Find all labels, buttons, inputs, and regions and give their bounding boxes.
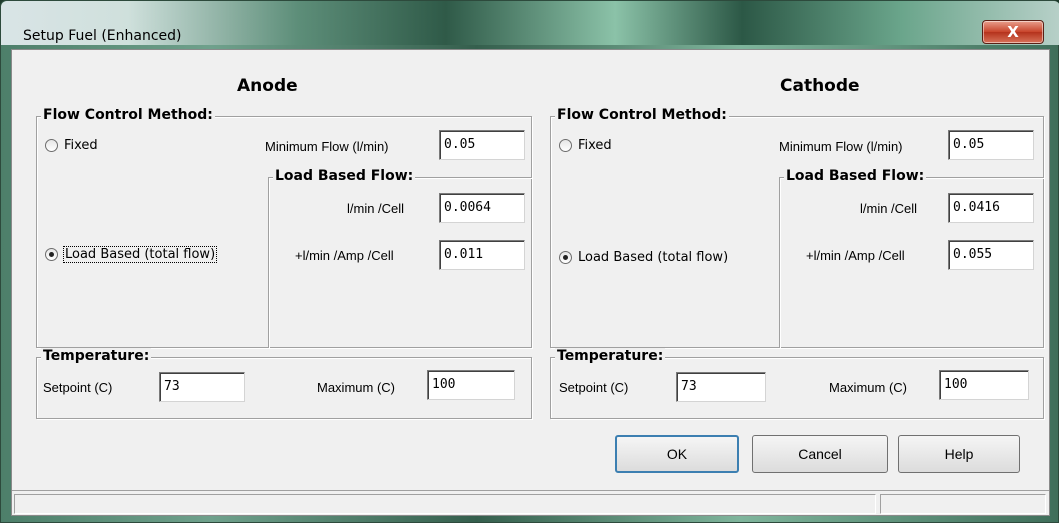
anode-title: Anode — [237, 76, 298, 96]
status-pane-secondary — [880, 494, 1046, 514]
anode-fixed-radio[interactable]: Fixed — [45, 138, 98, 153]
cathode-max-label: Maximum (C) — [829, 380, 907, 395]
anode-flow-group-label: Flow Control Method: — [41, 107, 215, 123]
cathode-max-input[interactable]: 100 — [939, 370, 1029, 400]
anode-temp-group: Temperature: Setpoint (C) 73 Maximum (C)… — [36, 348, 532, 419]
anode-per-cell-input[interactable]: 0.0064 — [439, 193, 525, 223]
title-bar[interactable]: Setup Fuel (Enhanced) X — [1, 1, 1059, 45]
anode-min-flow-input[interactable]: 0.05 — [439, 130, 525, 160]
ok-button[interactable]: OK — [615, 435, 739, 473]
status-bar — [12, 490, 1049, 515]
anode-min-flow-label: Minimum Flow (l/min) — [265, 139, 389, 154]
help-button[interactable]: Help — [898, 435, 1020, 473]
anode-per-amp-input[interactable]: 0.011 — [439, 240, 525, 270]
anode-per-amp-label: +l/min /Amp /Cell — [295, 248, 394, 263]
cathode-temp-group-label: Temperature: — [555, 348, 666, 364]
cathode-temp-group: Temperature: Setpoint (C) 73 Maximum (C)… — [550, 348, 1044, 419]
cathode-flow-group-label: Flow Control Method: — [555, 107, 729, 123]
status-pane-main — [14, 494, 876, 514]
anode-flow-group: Flow Control Method: Fixed Load Based (t… — [36, 107, 532, 348]
cathode-flow-group: Flow Control Method: Fixed Load Based (t… — [550, 107, 1044, 348]
cathode-per-cell-input[interactable]: 0.0416 — [948, 193, 1034, 223]
radio-icon — [45, 139, 58, 152]
cathode-min-flow-input[interactable]: 0.05 — [948, 130, 1034, 160]
anode-setpoint-input[interactable]: 73 — [159, 372, 245, 402]
window-title: Setup Fuel (Enhanced) — [23, 28, 182, 44]
anode-per-cell-label: l/min /Cell — [347, 201, 405, 216]
cathode-per-cell-label: l/min /Cell — [860, 201, 918, 216]
anode-temp-group-label: Temperature: — [41, 348, 152, 364]
cathode-fixed-radio[interactable]: Fixed — [559, 138, 612, 153]
cathode-load-flow-group: Load Based Flow: l/min /Cell 0.0416 +l/m… — [779, 168, 1044, 348]
radio-icon — [559, 139, 572, 152]
cathode-min-flow-label: Minimum Flow (l/min) — [779, 139, 903, 154]
anode-fixed-label: Fixed — [64, 138, 98, 153]
cathode-load-based-label: Load Based (total flow) — [578, 250, 729, 265]
cathode-title: Cathode — [780, 76, 860, 96]
cathode-fixed-label: Fixed — [578, 138, 612, 153]
cathode-setpoint-label: Setpoint (C) — [559, 380, 629, 395]
close-button[interactable]: X — [982, 20, 1044, 44]
anode-load-flow-group: Load Based Flow: l/min /Cell 0.0064 +l/m… — [268, 168, 532, 348]
cathode-per-amp-label: +l/min /Amp /Cell — [806, 248, 905, 263]
cathode-load-flow-group-label: Load Based Flow: — [784, 168, 927, 184]
cancel-button[interactable]: Cancel — [752, 435, 888, 473]
anode-load-based-label: Load Based (total flow) — [62, 246, 218, 263]
dialog-window: Setup Fuel (Enhanced) X Anode Flow Contr… — [0, 0, 1059, 523]
close-icon: X — [1007, 23, 1019, 41]
anode-max-label: Maximum (C) — [317, 380, 395, 395]
radio-checked-icon — [45, 248, 58, 261]
cathode-per-amp-input[interactable]: 0.055 — [948, 240, 1034, 270]
radio-checked-icon — [559, 251, 572, 264]
anode-max-input[interactable]: 100 — [427, 370, 515, 400]
anode-load-flow-group-label: Load Based Flow: — [273, 168, 416, 184]
dialog-client-area: Anode Flow Control Method: Fixed Load Ba… — [11, 49, 1050, 516]
cathode-load-based-radio[interactable]: Load Based (total flow) — [559, 250, 728, 265]
anode-load-based-radio[interactable]: Load Based (total flow) — [45, 246, 218, 263]
cathode-setpoint-input[interactable]: 73 — [676, 372, 766, 402]
anode-setpoint-label: Setpoint (C) — [43, 380, 113, 395]
